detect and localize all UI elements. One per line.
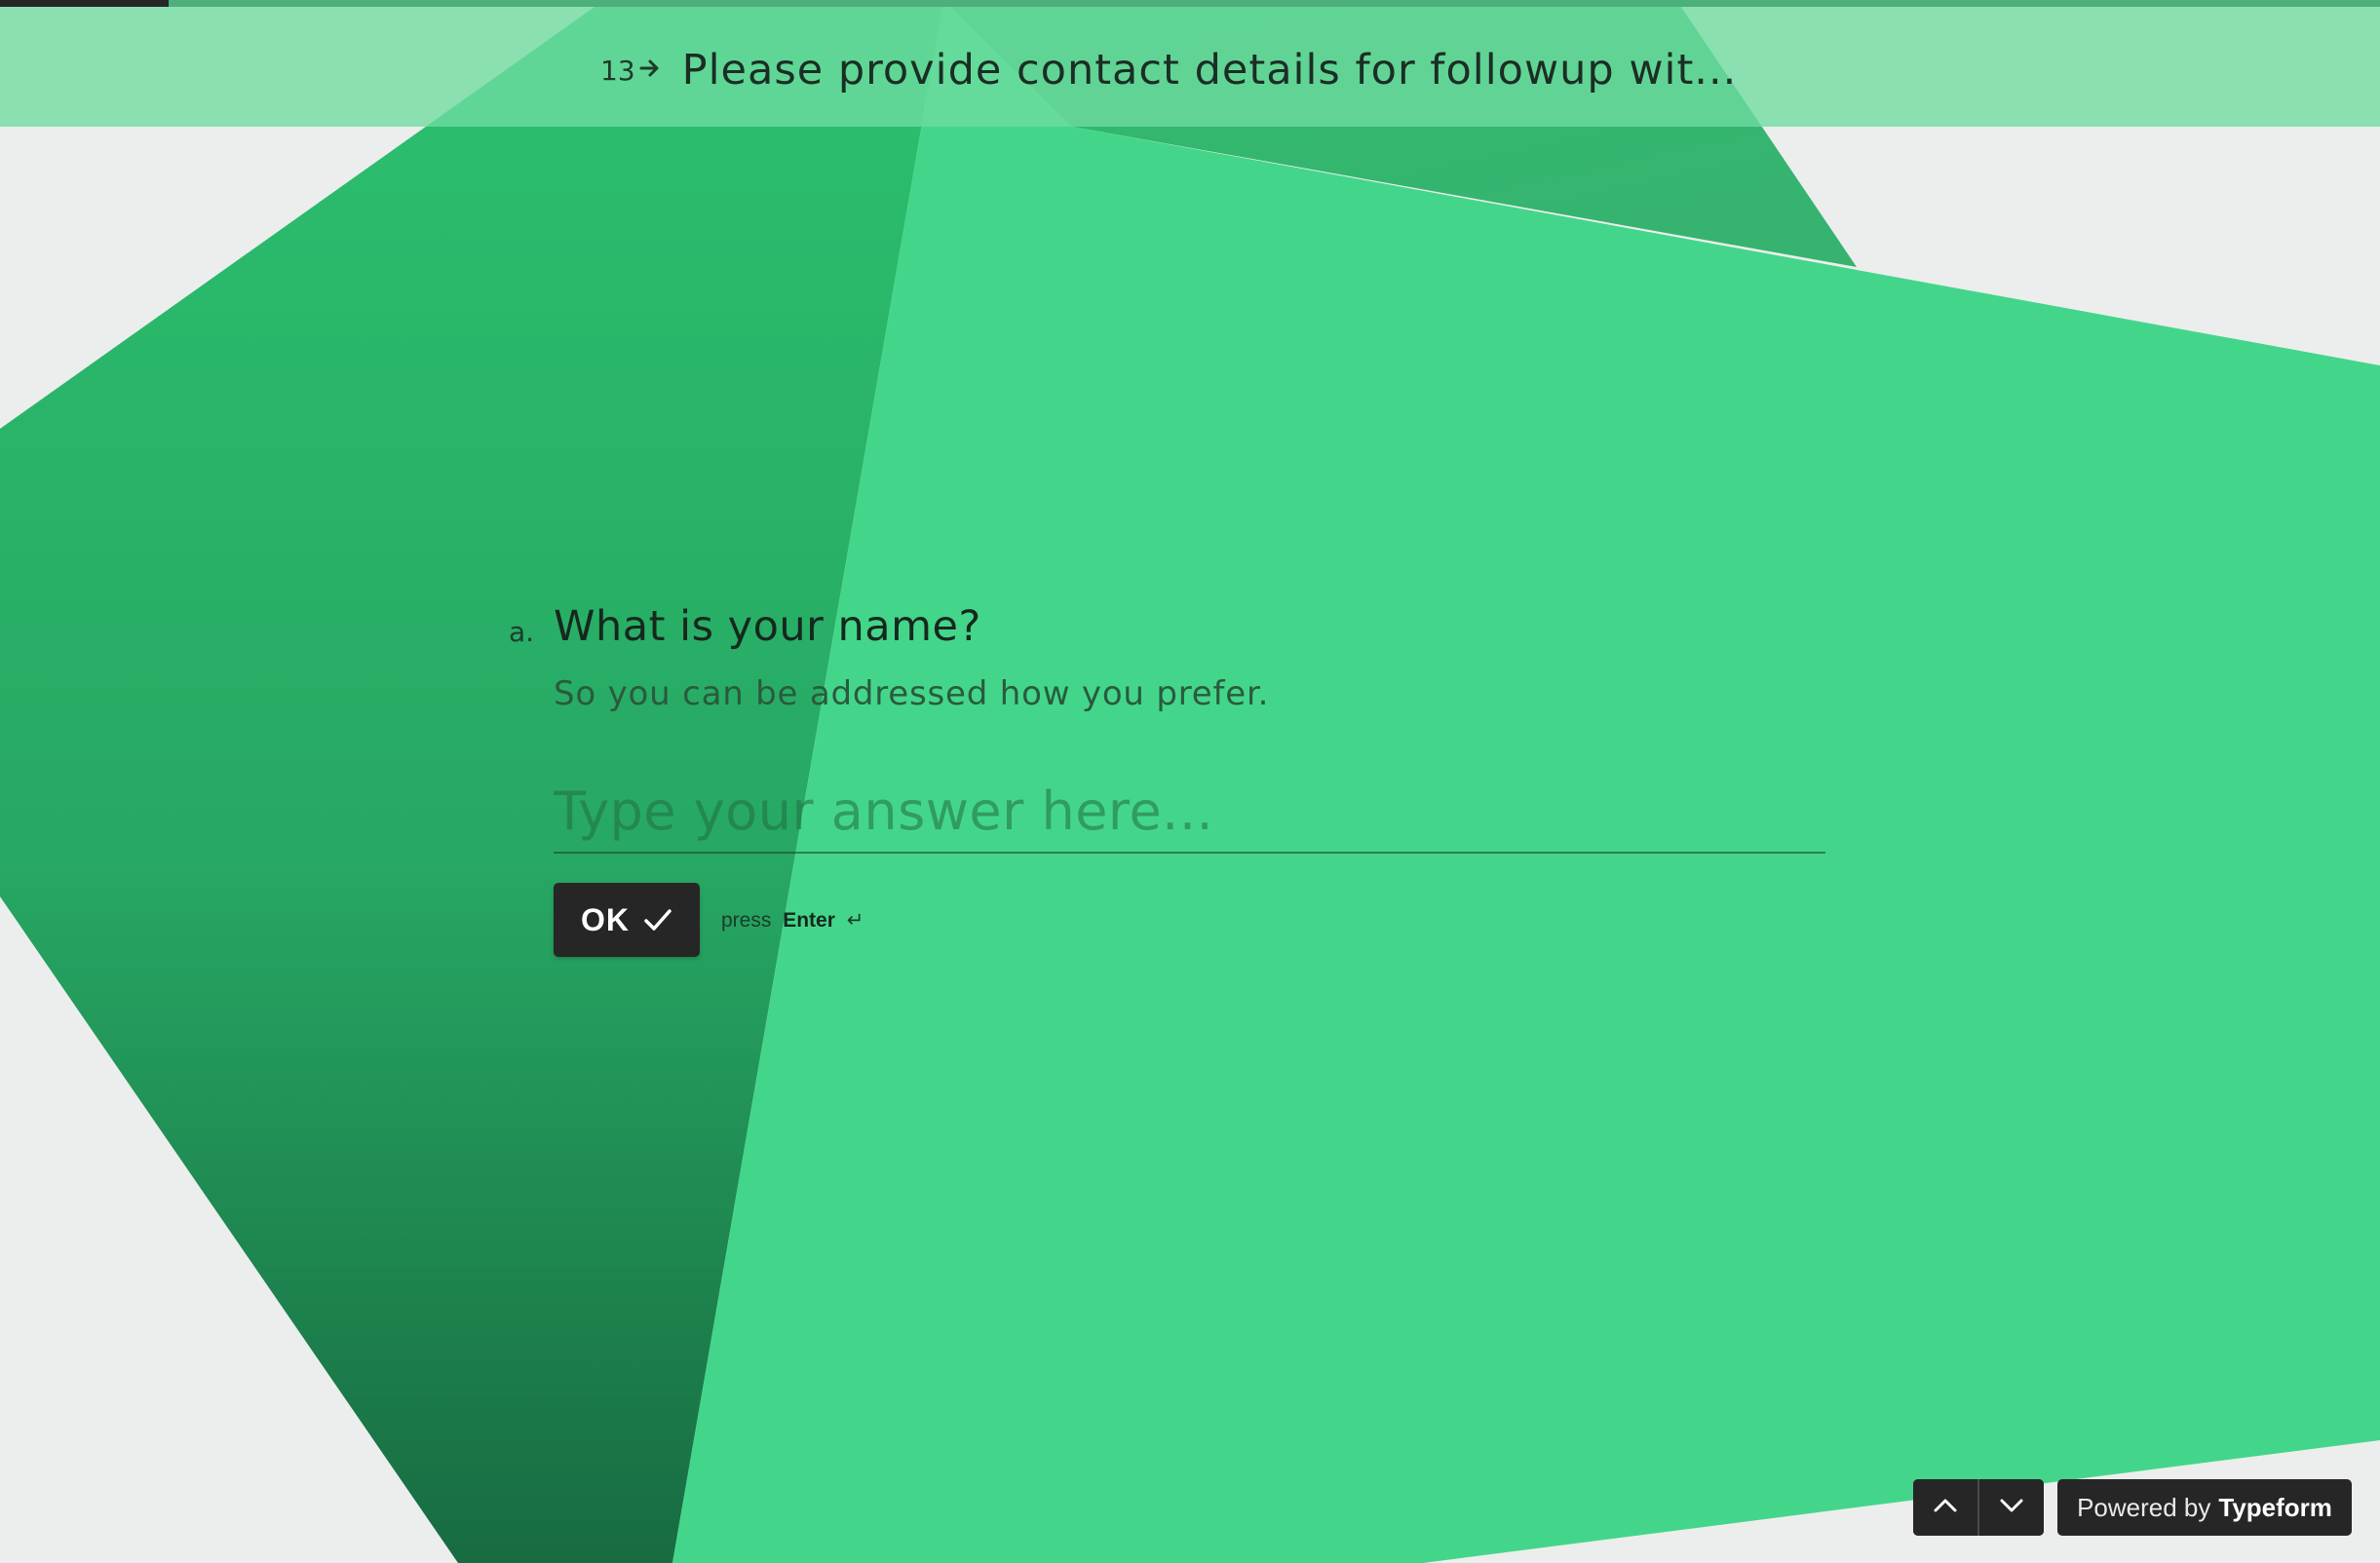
question-letter: a.	[509, 616, 535, 648]
powered-by-typeform-link[interactable]: Powered by Typeform	[2057, 1479, 2352, 1536]
header-title: Please provide contact details for follo…	[681, 46, 1738, 95]
enter-hint-prefix: press	[721, 909, 772, 932]
powered-by-brand: Typeform	[2218, 1492, 2332, 1522]
question-navigation	[1913, 1479, 2044, 1536]
question-number: 13	[600, 54, 635, 87]
answer-input[interactable]	[554, 770, 1825, 854]
enter-hint: press Enter ↵	[721, 908, 864, 933]
enter-icon: ↵	[846, 909, 864, 932]
next-question-button[interactable]	[1979, 1479, 2044, 1536]
ok-button-label: OK	[581, 901, 630, 937]
powered-by-prefix: Powered by	[2077, 1492, 2211, 1522]
header-content: 13 Please provide contact details for fo…	[600, 46, 1737, 95]
question-group-header: 13 Please provide contact details for fo…	[0, 7, 2380, 127]
progress-fill	[0, 0, 170, 7]
ok-button[interactable]: OK	[554, 883, 700, 957]
typeform-page: 13 Please provide contact details for fo…	[0, 0, 2380, 1563]
question-title: What is your name?	[554, 602, 981, 651]
arrow-right-icon	[639, 55, 661, 86]
progress-bar	[0, 0, 2380, 7]
enter-hint-key: Enter	[783, 909, 835, 932]
question-description: So you can be addressed how you prefer.	[554, 674, 1270, 713]
chevron-up-icon	[1932, 1497, 1959, 1519]
check-icon	[643, 907, 672, 933]
chevron-down-icon	[1998, 1497, 2025, 1519]
previous-question-button[interactable]	[1913, 1479, 1977, 1536]
